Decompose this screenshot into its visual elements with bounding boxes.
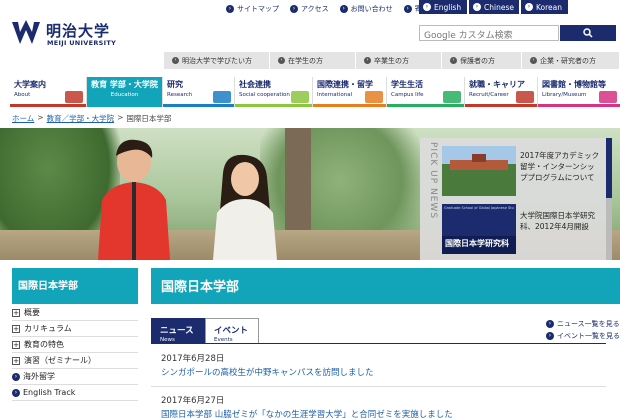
pickup-scrollbar[interactable] xyxy=(606,138,612,260)
util-link-sitemap[interactable]: › サイトマップ xyxy=(226,4,279,14)
more-links: › ニュース一覧を見る › イベント一覧を見る xyxy=(546,318,620,342)
news-date: 2017年6月28日 xyxy=(161,354,225,364)
breadcrumb-home[interactable]: ホーム xyxy=(12,113,34,124)
sidebar-item-english-track[interactable]: › English Track xyxy=(12,385,138,401)
breadcrumb: ホーム > 教育／学部・大学院 > 国際日本学部 xyxy=(12,113,171,124)
list-item: 2017年6月27日 国際日本学部 山脇ゼミが「なかの生涯学習大学」と合同ゼミを… xyxy=(161,394,606,418)
arrow-icon: › xyxy=(12,388,20,397)
book-icon xyxy=(599,91,617,103)
gnav-international[interactable]: 国際連携・留学 International xyxy=(313,77,387,107)
microscope-icon xyxy=(213,91,231,103)
util-link-access[interactable]: › アクセス xyxy=(290,4,329,14)
sidebar-list: + 概要 + カリキュラム + 教育の特色 + 演習（ゼミナール） › 海外留学 › Eng… xyxy=(12,305,138,401)
building-icon xyxy=(65,91,83,103)
more-news-link[interactable]: › ニュース一覧を見る xyxy=(546,318,620,330)
page-title: 国際日本学部 xyxy=(151,268,620,304)
arrow-icon: › xyxy=(172,57,179,64)
arrow-icon: › xyxy=(364,57,371,64)
logo-text-en: MEIJI UNIVERSITY xyxy=(47,39,117,47)
pickup-news-panel: PICK UP NEWS 2017年度アカデミック留学・インターンシッププログラ… xyxy=(420,138,606,260)
lang-english-button[interactable]: › English xyxy=(419,0,467,14)
meiji-logo-icon xyxy=(12,20,40,44)
arrow-icon: › xyxy=(339,5,348,13)
gnav-career[interactable]: 就職・キャリア Recruit/Career xyxy=(465,77,538,107)
tab-news[interactable]: ニュース News xyxy=(151,318,205,344)
logo-text-jp: 明治大学 xyxy=(46,22,111,40)
university-logo[interactable]: 明治大学 MEIJI UNIVERSITY xyxy=(10,18,130,52)
student-icon xyxy=(443,91,461,103)
arrow-icon: › xyxy=(546,332,554,340)
arrow-icon: › xyxy=(403,5,412,13)
people-icon xyxy=(291,91,309,103)
sidebar-item-overview[interactable]: + 概要 xyxy=(12,305,138,321)
arrow-icon: › xyxy=(290,5,298,13)
audience-alumni[interactable]: › 卒業生の方 xyxy=(356,52,442,69)
arrow-icon: › xyxy=(530,57,537,64)
arrow-icon: › xyxy=(473,3,481,11)
news-link[interactable]: シンガポールの高校生が中野キャンパスを訪問しました xyxy=(161,366,606,380)
pickup-scroll-thumb[interactable] xyxy=(606,138,612,198)
plus-icon: + xyxy=(12,308,20,317)
student-man-image xyxy=(98,139,170,260)
breadcrumb-separator: > xyxy=(117,113,124,122)
list-item: 2017年6月28日 シンガポールの高校生が中野キャンパスを訪問しました xyxy=(161,352,606,380)
audience-prospective[interactable]: › 明治大学で学びたい方 xyxy=(164,52,270,69)
search-icon xyxy=(583,28,593,38)
sidebar-title[interactable]: 国際日本学部 xyxy=(12,268,138,304)
arrow-icon: › xyxy=(12,372,20,381)
plus-icon: + xyxy=(12,356,20,365)
briefcase-icon xyxy=(516,91,534,103)
breadcrumb-education[interactable]: 教育／学部・大学院 xyxy=(47,113,115,124)
pickup-item-title: 2017年度アカデミック留学・インターンシッププログラムについて xyxy=(520,151,600,182)
plus-icon: + xyxy=(12,324,20,333)
arrow-icon: › xyxy=(278,57,285,64)
news-tabs: ニュース News イベント Events xyxy=(151,318,259,344)
utility-nav: ›サイトマップ ›アクセス ›お問い合わせ ›寄付 xyxy=(226,3,440,15)
gnav-research[interactable]: 研究 Research xyxy=(163,77,235,107)
more-events-link[interactable]: › イベント一覧を見る xyxy=(546,330,620,342)
arrow-icon: › xyxy=(525,3,533,11)
news-date: 2017年6月27日 xyxy=(161,396,225,406)
audience-parents[interactable]: › 保護者の方 xyxy=(442,52,522,69)
pickup-label: PICK UP NEWS xyxy=(428,142,438,220)
plus-icon: + xyxy=(12,340,20,349)
gnav-about[interactable]: 大学案内 About xyxy=(10,77,87,107)
global-nav: 大学案内 About 教育 学部・大学院 Education 研究 Resear… xyxy=(10,77,620,107)
gnav-social[interactable]: 社会連携 Social cooperation xyxy=(235,77,313,107)
sidebar-item-study-abroad[interactable]: › 海外留学 xyxy=(12,369,138,385)
audience-corporate[interactable]: › 企業・研究者の方 xyxy=(522,52,620,69)
airplane-icon xyxy=(365,91,383,103)
thumbnail-caption: Graduate School of Global Japanese Studi… xyxy=(444,206,514,210)
gnav-education[interactable]: 教育 学部・大学院 Education xyxy=(87,77,163,107)
arrow-icon: › xyxy=(423,3,431,11)
news-link[interactable]: 国際日本学部 山脇ゼミが「なかの生涯学習大学」と合同ゼミを実施しました xyxy=(161,408,606,418)
lang-korean-button[interactable]: › Korean xyxy=(521,0,568,14)
audience-students[interactable]: › 在学生の方 xyxy=(270,52,356,69)
campus-thumbnail xyxy=(442,146,516,196)
student-woman-image xyxy=(213,154,277,260)
tabs-divider xyxy=(151,343,606,344)
audience-nav: › 明治大学で学びたい方 › 在学生の方 › 卒業生の方 › 保護者の方 › 企業・研究者… xyxy=(164,52,620,69)
arrow-icon: › xyxy=(226,5,234,13)
sidebar-item-seminar[interactable]: + 演習（ゼミナール） xyxy=(12,353,138,369)
lang-chinese-button[interactable]: › Chinese xyxy=(469,0,519,14)
tab-events[interactable]: イベント Events xyxy=(205,318,259,344)
thumbnail-title: 国際日本学研究科 xyxy=(445,239,509,248)
search-button[interactable] xyxy=(560,25,616,41)
breadcrumb-separator: > xyxy=(37,113,44,122)
gnav-campus-life[interactable]: 学生生活 Campus life xyxy=(387,77,465,107)
news-list: 2017年6月28日 シンガポールの高校生が中野キャンパスを訪問しました 201… xyxy=(151,352,606,418)
util-link-contact[interactable]: › お問い合わせ xyxy=(339,4,393,14)
sidebar-item-curriculum[interactable]: + カリキュラム xyxy=(12,321,138,337)
gnav-library[interactable]: 図書館・博物館等 Library/Museum xyxy=(538,77,620,107)
sidebar-item-features[interactable]: + 教育の特色 xyxy=(12,337,138,353)
search-input[interactable]: Google カスタム検索 xyxy=(419,25,559,41)
arrow-icon: › xyxy=(450,57,457,64)
pickup-item-title: 大学院国際日本学研究科、2012年4月開設 xyxy=(520,211,595,231)
breadcrumb-current: 国際日本学部 xyxy=(126,114,172,123)
arrow-icon: › xyxy=(546,320,554,328)
